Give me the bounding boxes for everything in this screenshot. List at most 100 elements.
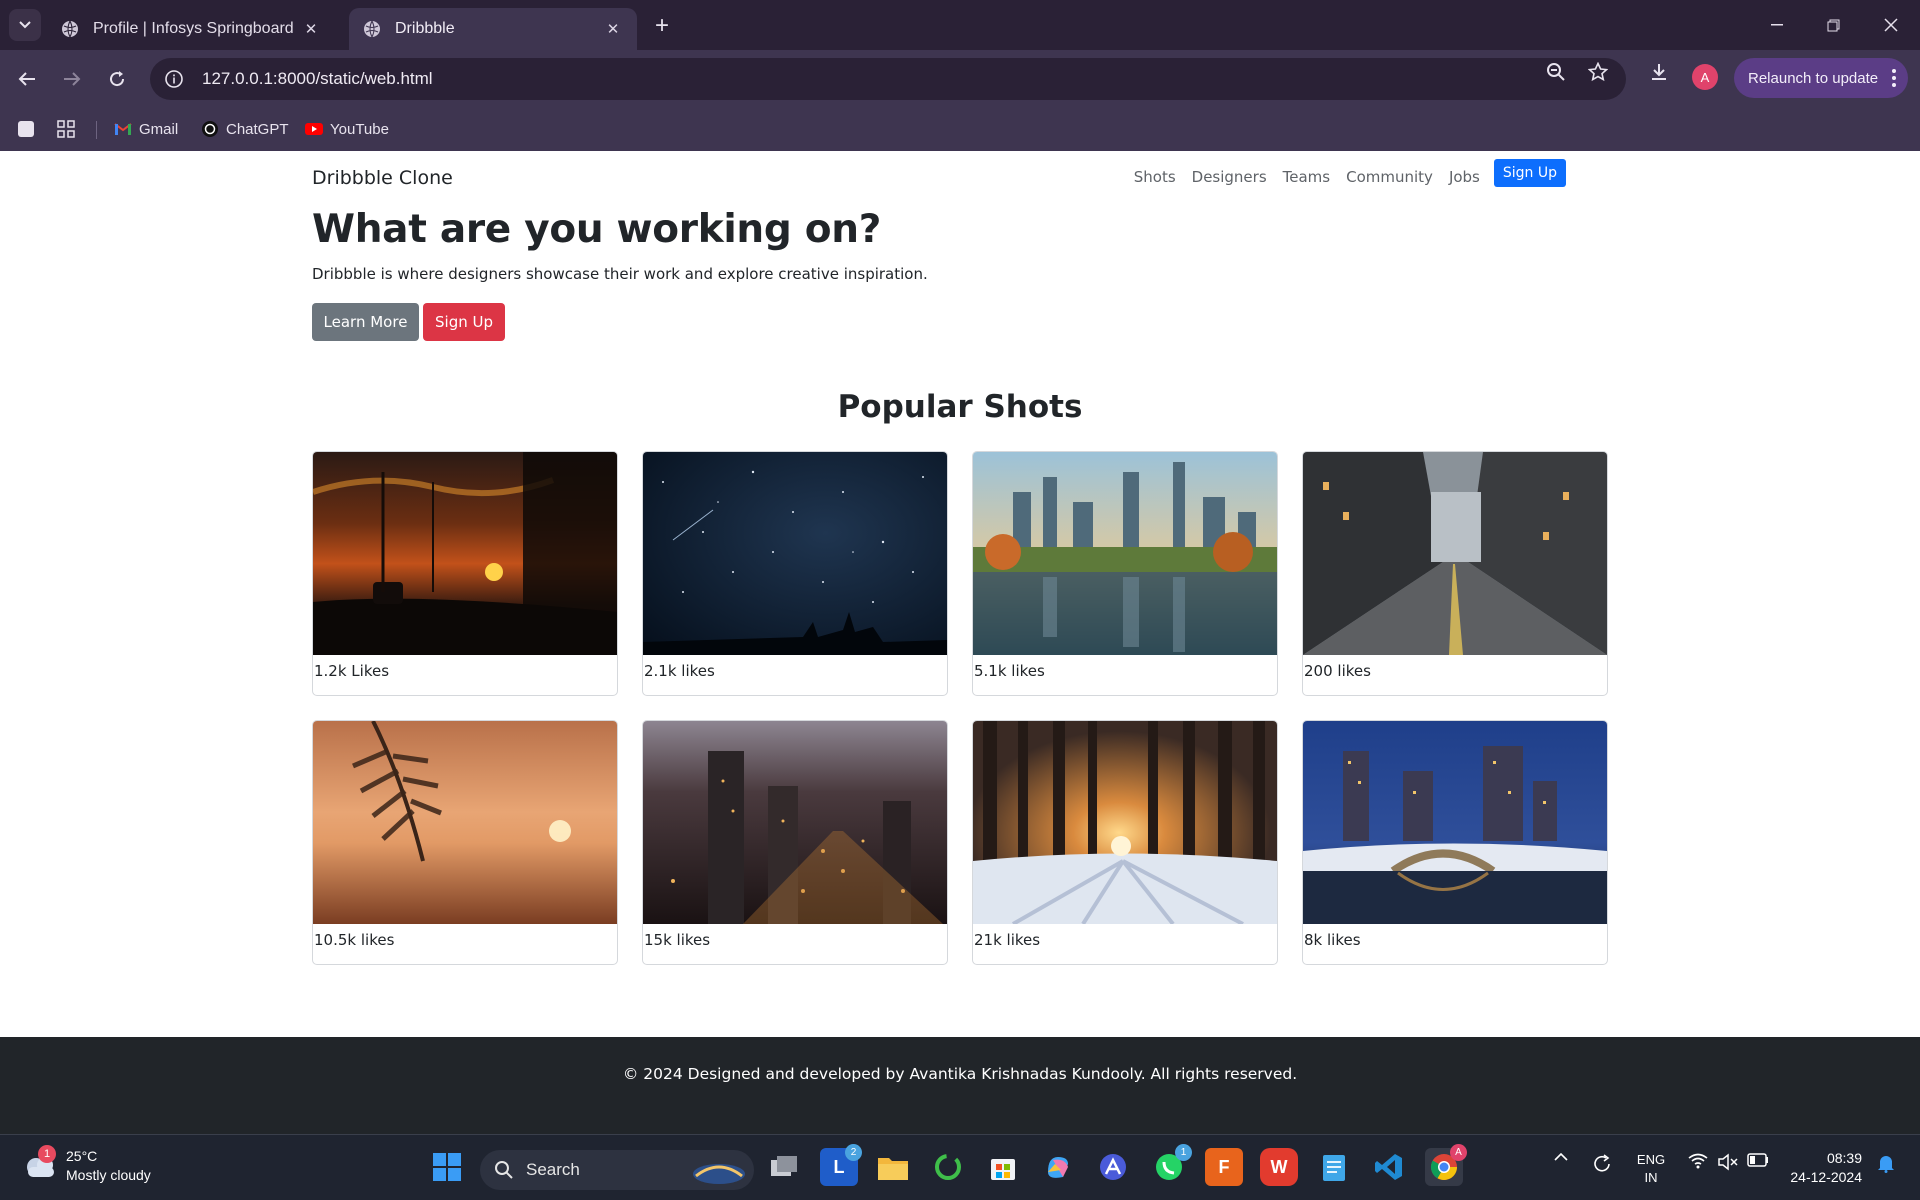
vscode-icon[interactable] <box>1370 1148 1408 1186</box>
search-highlight-icon <box>693 1164 745 1184</box>
zoom-icon[interactable] <box>1545 61 1567 83</box>
nav-shots[interactable]: Shots <box>1134 168 1176 186</box>
top-nav: Shots Designers Teams Community Jobs Sig… <box>1118 159 1566 187</box>
learn-more-button[interactable]: Learn More <box>312 303 419 341</box>
hero-title: What are you working on? <box>312 207 882 252</box>
weather-widget[interactable]: 1 25°C Mostly cloudy <box>22 1145 151 1185</box>
back-button[interactable] <box>13 65 41 93</box>
apps-button[interactable] <box>57 116 75 142</box>
nav-community[interactable]: Community <box>1346 168 1433 186</box>
shot-likes: 1.2k Likes <box>314 662 390 680</box>
shot-image-city-street[interactable] <box>1303 452 1607 655</box>
lang-bottom: IN <box>1644 1170 1658 1185</box>
profile-avatar[interactable]: A <box>1692 64 1718 90</box>
language-indicator[interactable]: ENG IN <box>1630 1151 1672 1187</box>
grid-icon <box>57 120 75 138</box>
relaunch-button[interactable]: Relaunch to update <box>1734 58 1908 98</box>
forward-button[interactable] <box>58 65 86 93</box>
taskbar-search[interactable]: Search <box>480 1150 754 1190</box>
search-label: Search <box>526 1160 580 1179</box>
taskbar: 1 25°C Mostly cloudy Search L2 1 F W A E… <box>0 1134 1920 1200</box>
shot-likes: 21k likes <box>974 931 1041 949</box>
shot-card[interactable]: 5.1k likes <box>972 451 1278 696</box>
shot-card[interactable]: 21k likes <box>972 720 1278 965</box>
shot-card[interactable]: 10.5k likes <box>312 720 618 965</box>
notification-bell-icon[interactable] <box>1874 1153 1898 1173</box>
bookmarks-bar: Gmail ChatGPT YouTube <box>0 108 1920 151</box>
address-bar[interactable]: 127.0.0.1:8000/static/web.html <box>150 58 1626 100</box>
globe-icon <box>364 20 380 38</box>
tab-search-button[interactable] <box>9 9 41 41</box>
l-app-icon[interactable]: L2 <box>820 1144 862 1186</box>
hero-subtitle: Dribbble is where designers showcase the… <box>312 265 928 283</box>
shot-card[interactable]: 1.2k Likes <box>312 451 618 696</box>
chrome-icon[interactable]: A <box>1425 1144 1467 1186</box>
shot-image-city-lake-reflection[interactable] <box>973 452 1277 655</box>
browser-tabstrip: Profile | Infosys Springboard ✕ Dribbble… <box>0 0 1920 50</box>
wps-office-icon[interactable]: W <box>1260 1148 1298 1186</box>
shot-card[interactable]: 8k likes <box>1302 720 1608 965</box>
volume-muted-icon[interactable] <box>1716 1153 1740 1171</box>
close-icon[interactable]: ✕ <box>301 19 321 39</box>
tab-profile[interactable]: Profile | Infosys Springboard ✕ <box>47 8 335 50</box>
shot-card[interactable]: 15k likes <box>642 720 948 965</box>
shot-image-city-night-lights[interactable] <box>643 721 947 924</box>
shot-card[interactable]: 2.1k likes <box>642 451 948 696</box>
shot-image-winter-park-bridge[interactable] <box>1303 721 1607 924</box>
shot-image-sunset-road[interactable] <box>313 452 617 655</box>
close-window-button[interactable] <box>1871 12 1911 38</box>
new-tab-button[interactable]: + <box>648 12 676 40</box>
clock[interactable]: 08:39 24-12-2024 <box>1780 1149 1862 1187</box>
brand-logo[interactable]: Dribbble Clone <box>312 167 453 189</box>
chevron-up-icon[interactable] <box>1550 1153 1572 1161</box>
url-text[interactable]: 127.0.0.1:8000/static/web.html <box>202 69 433 89</box>
web-page: Dribbble Clone Shots Designers Teams Com… <box>0 151 1920 1134</box>
a-app-icon[interactable] <box>1094 1148 1132 1186</box>
shot-image-palm-sunset[interactable] <box>313 721 617 924</box>
f-app-icon[interactable]: F <box>1205 1148 1243 1186</box>
shot-image-snowy-forest-sunrise[interactable] <box>973 721 1277 924</box>
nav-teams[interactable]: Teams <box>1283 168 1330 186</box>
nav-signup-button[interactable]: Sign Up <box>1493 159 1566 187</box>
task-view-icon[interactable] <box>765 1148 803 1186</box>
minimize-icon <box>1771 24 1783 26</box>
close-icon[interactable]: ✕ <box>603 19 623 39</box>
bookmark-label: ChatGPT <box>226 120 289 138</box>
microsoft-store-icon[interactable] <box>984 1148 1022 1186</box>
weather-desc: Mostly cloudy <box>66 1167 151 1183</box>
download-icon[interactable] <box>1648 61 1670 83</box>
shot-image-starry-night[interactable] <box>643 452 947 655</box>
minimize-button[interactable] <box>1757 12 1797 38</box>
battery-icon[interactable] <box>1746 1153 1770 1167</box>
windows-start-icon[interactable] <box>428 1148 466 1186</box>
wifi-icon[interactable] <box>1686 1153 1710 1169</box>
reload-icon <box>110 71 125 87</box>
whatsapp-icon[interactable]: 1 <box>1150 1144 1192 1186</box>
bookmark-chatgpt[interactable]: ChatGPT <box>201 116 289 142</box>
lang-top: ENG <box>1636 1152 1666 1167</box>
refresh-app-icon[interactable] <box>929 1148 967 1186</box>
gmail-icon <box>114 123 132 135</box>
browser-toolbar: 127.0.0.1:8000/static/web.html A Relaunc… <box>0 50 1920 108</box>
reload-button[interactable] <box>103 65 131 93</box>
restore-button[interactable] <box>1813 12 1853 38</box>
file-explorer-icon[interactable] <box>874 1148 912 1186</box>
shot-card[interactable]: 200 likes <box>1302 451 1608 696</box>
nav-jobs[interactable]: Jobs <box>1449 168 1480 186</box>
more-icon <box>1892 69 1896 87</box>
shot-likes: 5.1k likes <box>974 662 1045 680</box>
bookmark-gmail[interactable]: Gmail <box>114 116 178 142</box>
shot-likes: 8k likes <box>1304 931 1361 949</box>
tab-dribbble[interactable]: Dribbble ✕ <box>349 8 637 50</box>
copilot-icon[interactable] <box>1039 1148 1077 1186</box>
bookmark-square[interactable] <box>17 116 35 142</box>
star-icon[interactable] <box>1587 61 1609 83</box>
nav-designers[interactable]: Designers <box>1192 168 1267 186</box>
square-icon <box>18 121 34 137</box>
info-icon[interactable] <box>164 69 184 89</box>
notepad-icon[interactable] <box>1315 1148 1353 1186</box>
sync-icon[interactable] <box>1590 1153 1614 1175</box>
bookmark-label: Gmail <box>139 120 179 138</box>
signup-button[interactable]: Sign Up <box>423 303 505 341</box>
bookmark-youtube[interactable]: YouTube <box>305 116 389 142</box>
